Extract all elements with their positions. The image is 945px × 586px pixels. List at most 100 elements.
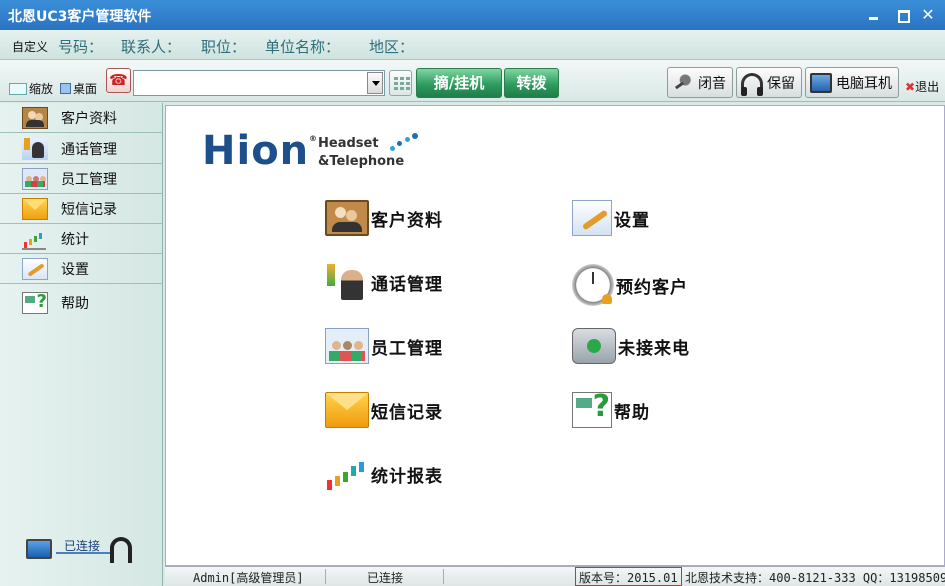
hold-label: 保留: [767, 75, 795, 92]
window-title: 北恩UC3客户管理软件: [8, 9, 152, 25]
field-position-label: 职位：: [201, 38, 247, 56]
maximize-icon[interactable]: [895, 8, 911, 23]
sms-envelope-icon: [22, 197, 48, 220]
settings-icon: [572, 200, 612, 236]
minimize-icon[interactable]: [866, 8, 882, 22]
sidebar-item-customers[interactable]: 客户资料: [0, 103, 162, 133]
sidebar-item-statistics[interactable]: 统计: [0, 224, 162, 254]
headset-icon: [110, 537, 132, 563]
tile-label: 预约客户: [616, 277, 688, 298]
tile-label: 客户资料: [371, 210, 443, 231]
sidebar-item-label: 短信记录: [61, 201, 117, 218]
staff-icon: [325, 328, 369, 364]
tile-statistics[interactable]: 统计报表: [325, 456, 443, 492]
title-bar: 北恩UC3客户管理软件 ✕: [0, 0, 945, 30]
computer-icon: [26, 539, 52, 559]
tile-missed-calls[interactable]: 未接来电: [572, 328, 690, 364]
customer-icon: [325, 200, 369, 236]
staff-icon: [22, 167, 48, 190]
keypad-icon[interactable]: [389, 70, 412, 96]
zoom-button[interactable]: 缩放: [9, 80, 53, 97]
help-icon: [22, 291, 48, 314]
tile-label: 员工管理: [371, 338, 443, 359]
microphone-icon: [672, 72, 694, 93]
call-management-icon: [22, 137, 48, 160]
logo-tagline: Headset ®: [309, 134, 379, 151]
logo-wordmark: Hion: [202, 128, 310, 174]
sidebar-item-label: 客户资料: [61, 110, 117, 127]
status-divider: [443, 569, 444, 584]
statistics-icon: [22, 228, 48, 250]
connection-status-indicator: 已连接: [22, 535, 137, 567]
desktop-label: 桌面: [73, 82, 98, 96]
tile-label: 短信记录: [371, 402, 443, 423]
tile-settings[interactable]: 设置: [572, 200, 650, 236]
custom-button[interactable]: 自定义: [12, 38, 48, 55]
status-user: Admin[高级管理员]: [193, 571, 304, 585]
close-icon[interactable]: ✕: [920, 7, 936, 23]
call-management-icon: [325, 264, 369, 300]
field-number-label: 号码：: [58, 38, 104, 56]
sidebar-item-label: 设置: [61, 261, 89, 278]
status-support: 北恩技术支持：400-8121-333 QQ：1319850974: [685, 571, 945, 585]
status-connection: 已连接: [367, 571, 404, 585]
field-company-label: 单位名称：: [265, 38, 341, 56]
exit-label: 退出: [915, 80, 940, 94]
desktop-button[interactable]: 桌面: [60, 80, 97, 97]
hold-button[interactable]: 保留: [736, 67, 802, 98]
logo-dots-icon: [388, 132, 418, 154]
dial-number-combobox[interactable]: [133, 70, 385, 96]
computer-headset-label: 电脑耳机: [836, 75, 892, 92]
tile-staff[interactable]: 员工管理: [325, 328, 443, 364]
connection-status-text: 已连接: [64, 539, 101, 553]
sidebar: 客户资料 通话管理 员工管理 短信记录 统计 设置 帮助: [0, 103, 163, 586]
status-version: 版本号：2015.01: [575, 567, 682, 586]
exit-icon: ✖: [905, 80, 916, 94]
sms-envelope-icon: [325, 392, 369, 428]
alarm-clock-icon: [572, 264, 614, 306]
dial-number-input[interactable]: [136, 73, 366, 93]
sidebar-item-settings[interactable]: 设置: [0, 254, 162, 284]
customer-icon: [22, 106, 48, 129]
desktop-icon: [60, 83, 71, 94]
pickup-hangup-button[interactable]: 摘/挂机: [416, 68, 502, 98]
status-divider: [325, 569, 326, 584]
sidebar-item-label: 帮助: [61, 296, 89, 312]
sidebar-item-help[interactable]: 帮助: [0, 288, 162, 318]
headphones-icon: [741, 72, 763, 96]
status-bar: Admin[高级管理员] 已连接 版本号：2015.01 北恩技术支持：400-…: [165, 566, 945, 586]
sidebar-item-label: 统计: [61, 231, 89, 248]
chevron-down-icon[interactable]: [367, 72, 383, 94]
tile-customers[interactable]: 客户资料: [325, 200, 443, 236]
caller-info-bar: 自定义 号码： 联系人： 职位： 单位名称： 地区：: [0, 30, 945, 60]
tile-help[interactable]: 帮助: [572, 389, 650, 428]
settings-icon: [22, 257, 48, 280]
sidebar-item-sms[interactable]: 短信记录: [0, 194, 162, 224]
computer-headset-button[interactable]: 电脑耳机: [805, 67, 899, 98]
logo-tagline-2: &Telephone: [318, 154, 405, 169]
zoom-icon: [9, 82, 27, 95]
toolbar: 缩放 桌面 ☎ 摘/挂机 转拨 闭音 保留 电脑耳机 ✖退出: [0, 60, 945, 102]
tile-calls[interactable]: 通话管理: [325, 264, 443, 300]
tile-label: 设置: [614, 210, 650, 231]
missed-call-phone-icon: [572, 328, 616, 364]
statistics-icon: [325, 456, 369, 492]
mute-label: 闭音: [698, 75, 726, 92]
tile-label: 未接来电: [618, 338, 690, 359]
main-panel: Hion Headset ® &Telephone 客户资料 设置 通话管理 预约…: [165, 105, 945, 566]
sidebar-item-label: 员工管理: [61, 171, 117, 188]
zoom-label: 缩放: [29, 82, 54, 96]
tile-appointments[interactable]: 预约客户: [572, 264, 688, 306]
sidebar-item-staff[interactable]: 员工管理: [0, 164, 162, 194]
phone-icon[interactable]: ☎: [106, 68, 131, 93]
sidebar-item-calls[interactable]: 通话管理: [0, 134, 162, 164]
tile-label: 帮助: [614, 402, 650, 423]
exit-button[interactable]: ✖退出: [905, 78, 939, 95]
tile-label: 通话管理: [371, 274, 443, 295]
transfer-button[interactable]: 转拨: [504, 68, 559, 98]
sidebar-item-label: 通话管理: [61, 141, 117, 158]
hion-logo: Hion Headset ® &Telephone: [202, 128, 442, 188]
computer-icon: [810, 72, 832, 93]
tile-sms[interactable]: 短信记录: [325, 392, 443, 428]
mute-button[interactable]: 闭音: [667, 67, 733, 98]
